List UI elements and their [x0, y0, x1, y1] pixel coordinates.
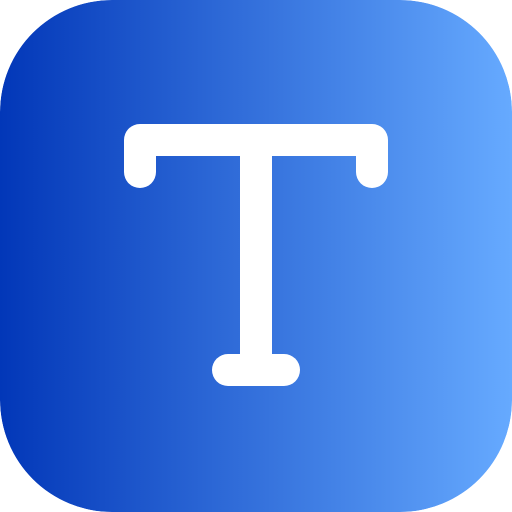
app-icon[interactable] — [0, 0, 512, 512]
text-tool-icon — [0, 0, 512, 512]
